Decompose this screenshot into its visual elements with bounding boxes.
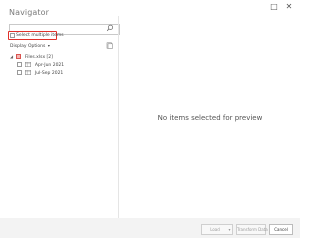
refresh-icon[interactable] <box>106 42 113 49</box>
collapse-arrow-icon[interactable]: ◢ <box>10 53 15 60</box>
tree-item-sheet[interactable]: Apr-Jun 2021 <box>17 62 64 69</box>
preview-empty-message: No items selected for preview <box>157 114 263 122</box>
tree-item-label: Apr-Jun 2021 <box>34 63 65 68</box>
tree-item-root[interactable]: ◢ Files.xlsx [2] <box>10 53 53 60</box>
window-title: Navigator <box>9 8 50 17</box>
tree-item-checkbox[interactable] <box>17 62 22 67</box>
select-multiple-label: Select multiple items <box>16 33 64 38</box>
cancel-button[interactable]: Cancel <box>269 224 293 235</box>
tree-item-sheet[interactable]: Jul-Sep 2021 <box>17 70 63 77</box>
close-icon[interactable]: ✕ <box>284 2 294 12</box>
display-options-label: Display Options <box>10 44 46 49</box>
excel-file-icon <box>16 54 22 59</box>
load-dropdown-button[interactable]: ▾ <box>227 224 233 235</box>
load-button[interactable]: Load <box>201 224 229 235</box>
chevron-down-icon: ▾ <box>47 43 50 48</box>
tree-item-checkbox[interactable] <box>17 70 22 75</box>
transform-data-button[interactable]: Transform Data <box>236 224 268 235</box>
select-multiple-items[interactable]: Select multiple items <box>8 31 64 40</box>
pane-divider[interactable] <box>118 16 119 218</box>
search-icon[interactable] <box>106 24 114 32</box>
sheet-icon <box>25 62 32 67</box>
tree-item-label: Jul-Sep 2021 <box>34 71 64 76</box>
select-multiple-checkbox[interactable] <box>10 33 15 38</box>
tree-item-label: Files.xlsx [2] <box>24 55 53 60</box>
display-options-dropdown[interactable]: Display Options ▾ <box>10 42 50 50</box>
sheet-icon <box>25 70 32 75</box>
restore-icon[interactable]: □ <box>269 2 279 12</box>
navigator-dialog: Navigator □ ✕ Select multiple items Disp… <box>0 0 300 238</box>
